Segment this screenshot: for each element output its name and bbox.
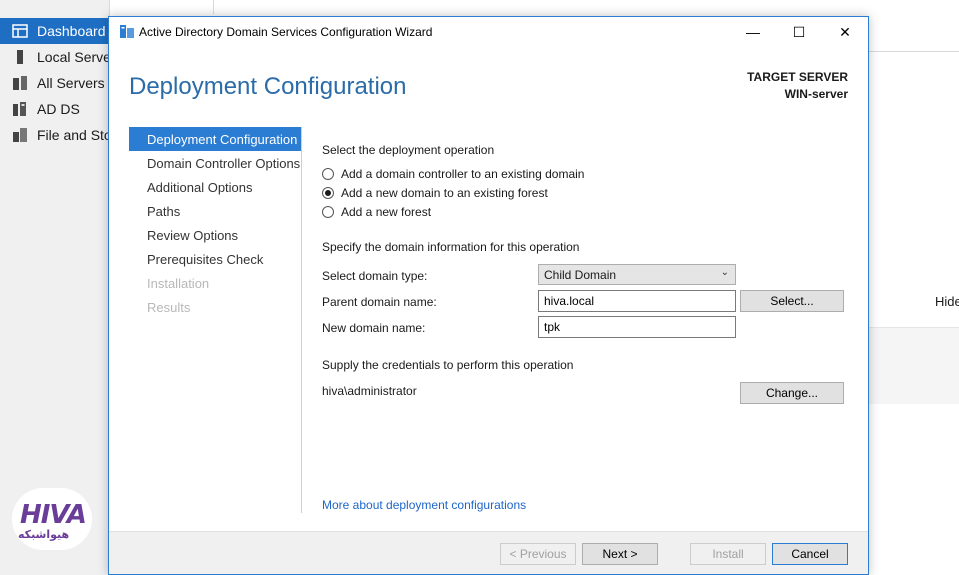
change-credentials-button[interactable]: Change... — [740, 382, 844, 404]
dashboard-icon — [12, 24, 28, 38]
next-button[interactable]: Next > — [582, 543, 658, 565]
minimize-icon: — — [746, 24, 760, 40]
step-domain-controller-options[interactable]: Domain Controller Options — [129, 151, 301, 175]
nav-label-ad-ds: AD DS — [37, 101, 80, 117]
step-prerequisites-check[interactable]: Prerequisites Check — [129, 247, 301, 271]
nav-item-local-server[interactable]: Local Server — [0, 44, 110, 70]
operation-section-label: Select the deployment operation — [322, 143, 495, 157]
nav-item-file-storage[interactable]: File and Storage Services — [0, 122, 110, 148]
nav-label-local-server: Local Server — [37, 49, 110, 65]
page-heading: Deployment Configuration — [129, 73, 407, 100]
radio-add-new-forest[interactable]: Add a new forest — [322, 205, 431, 219]
background-content-panel — [868, 52, 959, 328]
step-deployment-configuration[interactable]: Deployment Configuration — [129, 127, 301, 151]
step-additional-options[interactable]: Additional Options — [129, 175, 301, 199]
step-results: Results — [147, 299, 191, 315]
select-parent-domain-button[interactable]: Select... — [740, 290, 844, 312]
watermark-subtitle: هیواشبکه — [18, 529, 70, 541]
new-domain-label: New domain name: — [322, 321, 426, 335]
close-icon: ✕ — [839, 23, 851, 40]
install-button[interactable]: Install — [690, 543, 766, 565]
target-server-value: WIN-server — [784, 87, 848, 101]
radio-button[interactable] — [322, 206, 334, 218]
wizard-steps: Deployment Configuration Domain Controll… — [129, 127, 301, 319]
servers-icon — [13, 76, 27, 90]
storage-icon — [13, 128, 27, 142]
credentials-user: hiva\administrator — [322, 384, 417, 398]
target-server-label: TARGET SERVER — [747, 70, 848, 84]
maximize-icon: ☐ — [792, 23, 806, 40]
nav-item-dashboard[interactable]: Dashboard — [0, 18, 110, 44]
step-review-options[interactable]: Review Options — [129, 223, 301, 247]
previous-button[interactable]: < Previous — [500, 543, 576, 565]
steps-divider — [301, 127, 302, 513]
nav-item-all-servers[interactable]: All Servers — [0, 70, 110, 96]
radio-add-dc-existing-domain[interactable]: Add a domain controller to an existing d… — [322, 167, 584, 181]
nav-label-dashboard: Dashboard — [37, 23, 106, 39]
background-lower-panel — [868, 328, 959, 404]
nav-label-all-servers: All Servers — [37, 75, 105, 91]
background-header-panel — [868, 0, 959, 52]
domain-type-label: Select domain type: — [322, 269, 428, 283]
radio-add-domain-existing-forest[interactable]: Add a new domain to an existing forest — [322, 186, 548, 200]
new-domain-input[interactable] — [538, 316, 736, 338]
nav-item-ad-ds[interactable]: AD DS — [0, 96, 110, 122]
credentials-section-label: Supply the credentials to perform this o… — [322, 358, 574, 372]
window-title: Active Directory Domain Services Configu… — [139, 25, 433, 39]
minimize-button[interactable]: — — [730, 17, 776, 47]
radio-label: Add a domain controller to an existing d… — [341, 167, 585, 181]
parent-domain-input[interactable] — [538, 290, 736, 312]
title-bar[interactable]: Active Directory Domain Services Configu… — [109, 17, 868, 47]
radio-button[interactable] — [322, 168, 334, 180]
parent-domain-label: Parent domain name: — [322, 295, 437, 309]
background-divider — [213, 0, 214, 14]
watermark-word: HIVA — [20, 500, 87, 530]
chevron-down-icon: ⌄ — [720, 267, 729, 278]
domain-info-section-label: Specify the domain information for this … — [322, 240, 580, 254]
radio-label: Add a new domain to an existing forest — [341, 186, 548, 200]
step-installation: Installation — [147, 275, 210, 291]
ad-ds-icon — [13, 102, 26, 116]
hide-link[interactable]: Hide — [935, 294, 959, 309]
radio-button-selected[interactable] — [322, 187, 334, 199]
cancel-button[interactable]: Cancel — [772, 543, 848, 565]
close-button[interactable]: ✕ — [822, 17, 868, 47]
nav-label-file-storage: File and Storage Services — [37, 127, 110, 143]
step-paths[interactable]: Paths — [129, 199, 301, 223]
ad-ds-configuration-wizard: Active Directory Domain Services Configu… — [108, 16, 869, 575]
radio-label: Add a new forest — [341, 205, 432, 219]
ad-ds-wizard-icon — [120, 25, 134, 38]
more-about-deployment-link[interactable]: More about deployment configurations — [322, 498, 526, 512]
wizard-footer: < Previous Next > Install Cancel — [109, 531, 868, 574]
domain-type-value: Child Domain — [544, 268, 617, 282]
maximize-button[interactable]: ☐ — [776, 17, 822, 47]
domain-type-select[interactable]: Child Domain ⌄ — [538, 264, 736, 285]
server-icon — [17, 50, 23, 64]
